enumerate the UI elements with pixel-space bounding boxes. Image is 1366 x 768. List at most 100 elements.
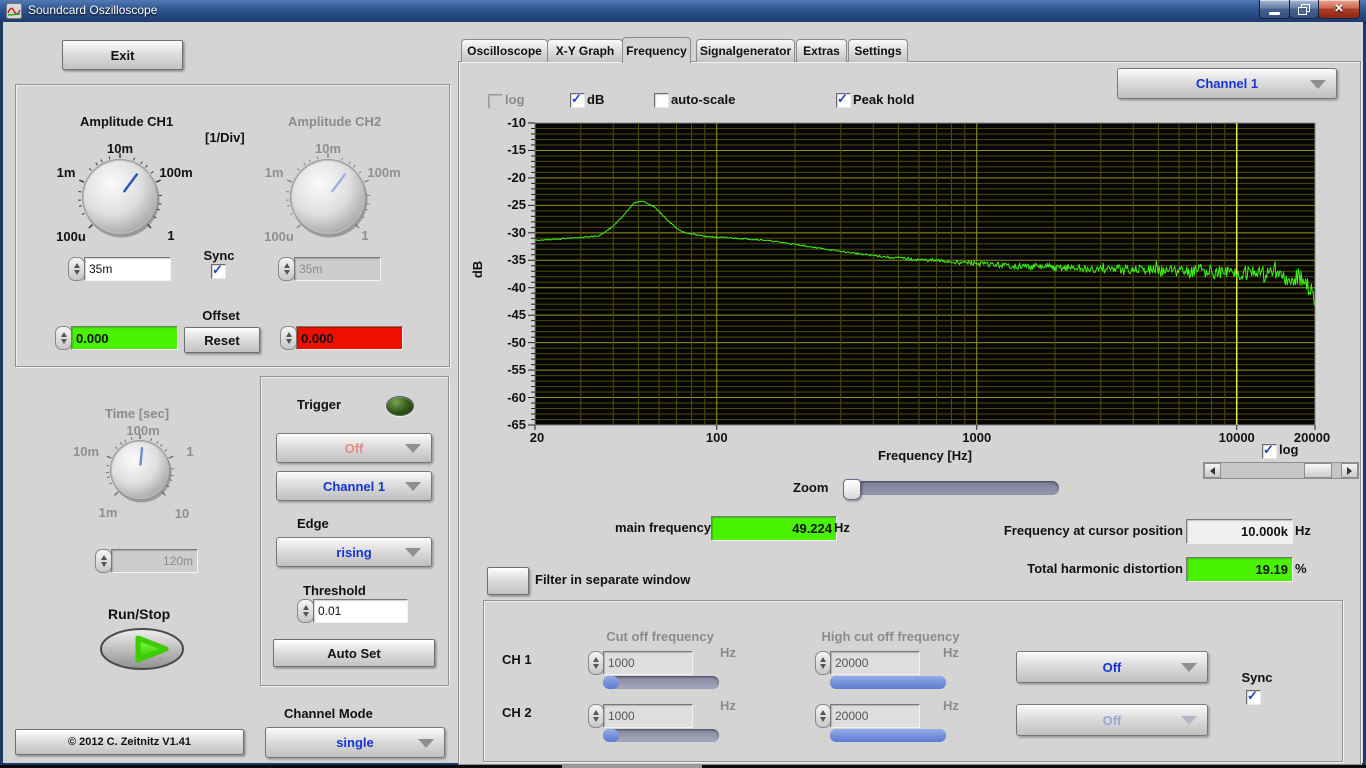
offset-ch1-value[interactable]: 0.000 <box>71 326 178 350</box>
zoom-slider[interactable] <box>845 481 1059 495</box>
runstop-label: Run/Stop <box>108 606 170 622</box>
knob-needle <box>141 448 143 464</box>
thd-unit: % <box>1295 561 1307 576</box>
knob-tick-label: 10m <box>312 141 344 156</box>
amplitude-ch1-value[interactable]: 35m <box>84 257 171 281</box>
thd-value: 19.19 <box>1186 557 1293 582</box>
ch2-high-slider[interactable] <box>830 729 946 742</box>
ch1-high-slider[interactable] <box>830 676 946 689</box>
channel-select-dropdown[interactable]: Channel 1 <box>1117 68 1337 99</box>
scrollbar-thumb[interactable] <box>1304 463 1332 478</box>
amplitude-ch2-value: 35m <box>294 257 381 281</box>
auto-set-button[interactable]: Auto Set <box>273 639 435 667</box>
restore-button[interactable] <box>1289 0 1319 19</box>
knob-tick-label: 1m <box>50 165 82 180</box>
ch1-low-slider[interactable] <box>603 676 719 689</box>
trigger-led-icon <box>386 396 414 416</box>
tab-settings[interactable]: Settings <box>848 39 908 62</box>
amplitude-sync-label: Sync <box>202 248 236 263</box>
close-icon: × <box>1335 1 1344 17</box>
scroll-left-arrow-icon[interactable] <box>1204 463 1221 478</box>
tab-xy-graph[interactable]: X-Y Graph <box>547 39 623 62</box>
title-bar[interactable]: Soundcard Oszilloscope × <box>0 0 1366 23</box>
knob-tick-label: 10m <box>104 141 136 156</box>
offset-ch1-spinner[interactable] <box>55 326 72 350</box>
scroll-right-arrow-icon[interactable] <box>1341 463 1358 478</box>
trigger-label: Trigger <box>297 397 341 412</box>
ch1-low-spinner[interactable] <box>588 651 604 675</box>
knob-tick-label: 100u <box>48 229 94 244</box>
amplitude-sync-checkbox[interactable] <box>211 264 226 279</box>
main-frequency-unit: Hz <box>834 520 850 535</box>
ch2-low-slider[interactable] <box>603 729 719 742</box>
ch1-filter-mode-dropdown[interactable]: Off <box>1016 651 1208 683</box>
knob-tick-label: 100m <box>361 165 407 180</box>
ch2-label: CH 2 <box>502 705 532 720</box>
xaxis-log-checkbox[interactable] <box>1262 444 1277 459</box>
minimize-button[interactable] <box>1259 0 1290 19</box>
runstop-button[interactable] <box>98 625 186 672</box>
filter-sync-label: Sync <box>1237 670 1277 685</box>
ch1-low-unit: Hz <box>720 645 736 660</box>
filter-window-button[interactable] <box>487 567 529 595</box>
zoom-slider-thumb[interactable] <box>843 479 861 500</box>
ch2-high-value[interactable]: 20000 <box>830 704 920 728</box>
knob-tick-label: 10 <box>168 506 196 521</box>
time-spinner <box>95 549 112 573</box>
offset-label: Offset <box>196 308 246 323</box>
tab-oscilloscope[interactable]: Oscilloscope <box>461 39 548 62</box>
db-checkbox[interactable] <box>570 93 585 108</box>
chevron-down-icon <box>405 548 421 557</box>
y-tick-label: -50 <box>484 335 526 350</box>
ch2-high-spinner[interactable] <box>815 704 831 728</box>
exit-button[interactable]: Exit <box>62 40 183 70</box>
db-axis-label: dB <box>470 261 485 278</box>
spectrum-plot[interactable] <box>525 118 1325 438</box>
channel-mode-dropdown[interactable]: single <box>265 727 445 758</box>
application-window: Soundcard Oszilloscope × Exit Amplitude … <box>0 0 1366 768</box>
peakhold-label: Peak hold <box>853 92 914 107</box>
offset-ch2-spinner[interactable] <box>280 326 297 350</box>
offset-reset-button[interactable]: Reset <box>184 327 260 353</box>
ch1-low-value[interactable]: 1000 <box>603 651 693 675</box>
threshold-value[interactable]: 0.01 <box>313 599 408 623</box>
offset-ch2-value[interactable]: 0.000 <box>296 326 403 350</box>
ch2-low-value[interactable]: 1000 <box>603 704 693 728</box>
high-cutoff-header: High cut off frequency <box>808 629 973 644</box>
time-value: 120m <box>111 549 198 573</box>
knob-tick-label: 100m <box>153 165 199 180</box>
trigger-source-dropdown[interactable]: Channel 1 <box>276 471 432 501</box>
plot-hscrollbar[interactable] <box>1203 462 1359 479</box>
chevron-down-icon <box>1310 80 1326 89</box>
amplitude-ch2-label: Amplitude CH2 <box>288 114 381 129</box>
restore-icon <box>1298 4 1310 15</box>
amplitude-ch1-label: Amplitude CH1 <box>80 114 173 129</box>
autoscale-checkbox[interactable] <box>654 93 669 108</box>
tab-frequency[interactable]: Frequency <box>622 37 691 63</box>
main-frequency-label: main frequency <box>615 520 711 535</box>
tab-extras[interactable]: Extras <box>796 39 847 62</box>
trigger-mode-dropdown[interactable]: Off <box>276 433 432 463</box>
amplitude-ch1-spinner[interactable] <box>68 257 85 281</box>
time-label: Time [sec] <box>105 406 169 421</box>
y-tick-label: -15 <box>484 142 526 157</box>
ch1-high-spinner[interactable] <box>815 651 831 675</box>
tab-signalgenerator[interactable]: Signalgenerator <box>696 39 795 62</box>
ch2-low-spinner[interactable] <box>588 704 604 728</box>
db-label: dB <box>587 92 604 107</box>
threshold-spinner[interactable] <box>297 599 314 623</box>
y-tick-label: -55 <box>484 362 526 377</box>
peakhold-checkbox[interactable] <box>836 93 851 108</box>
ch1-high-value[interactable]: 20000 <box>830 651 920 675</box>
x-tick-label: 20 <box>507 430 567 445</box>
y-tick-label: -35 <box>484 252 526 267</box>
ch2-filter-mode-dropdown: Off <box>1016 704 1208 736</box>
knob-tick-label: 100u <box>256 229 302 244</box>
filter-sync-checkbox[interactable] <box>1246 690 1261 705</box>
trigger-edge-dropdown[interactable]: rising <box>276 537 432 567</box>
ch1-label: CH 1 <box>502 652 532 667</box>
ch1-high-unit: Hz <box>943 645 959 660</box>
y-tick-label: -20 <box>484 170 526 185</box>
close-button[interactable]: × <box>1318 0 1360 19</box>
low-cutoff-header: Cut off frequency <box>595 629 725 644</box>
